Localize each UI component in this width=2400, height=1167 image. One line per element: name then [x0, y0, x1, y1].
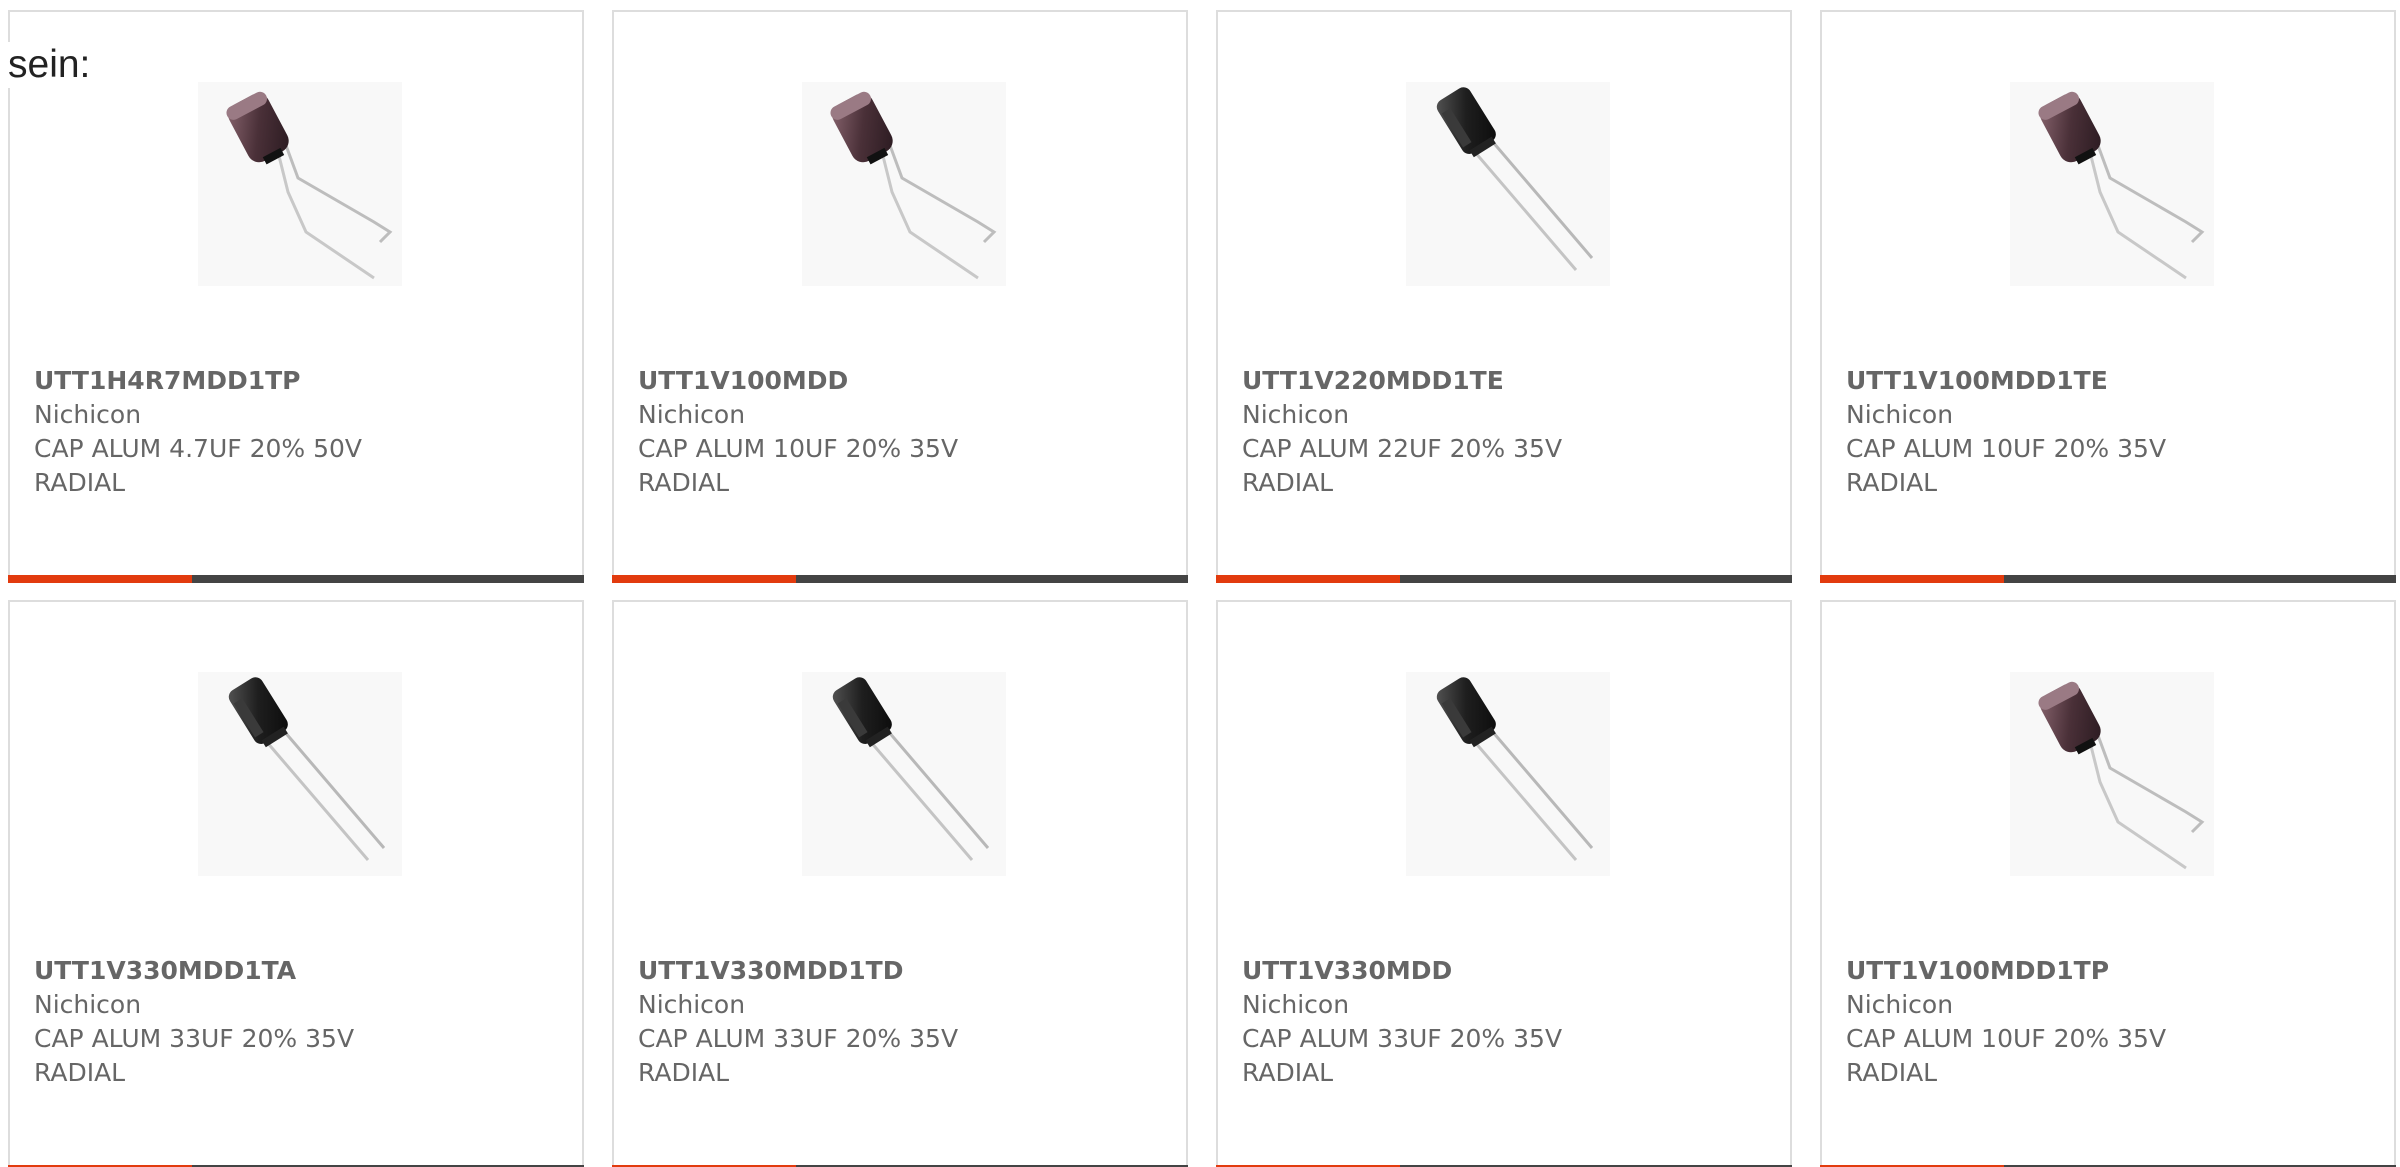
part-number-link[interactable]: UTT1V220MDD1TE [1242, 364, 1642, 398]
description-label: CAP ALUM 22UF 20% 35V RADIAL [1242, 434, 1563, 497]
description-label: CAP ALUM 10UF 20% 35V RADIAL [638, 434, 959, 497]
product-card[interactable]: UTT1V330MDD Nichicon CAP ALUM 33UF 20% 35V… [1216, 600, 1792, 1167]
manufacturer-label: Nichicon [1242, 990, 1350, 1019]
description-label: CAP ALUM 10UF 20% 35V RADIAL [1846, 434, 2167, 497]
capacitor-bent-leads-brown-icon[interactable] [802, 82, 1006, 286]
manufacturer-label: Nichicon [1846, 400, 1954, 429]
product-card[interactable]: UTT1V330MDD1TA Nichicon CAP ALUM 33UF 20% … [8, 600, 584, 1167]
manufacturer-label: Nichicon [1242, 400, 1350, 429]
card-accent-bar [612, 575, 796, 583]
card-accent-bar [8, 575, 192, 583]
part-number-link[interactable]: UTT1V100MDD1TP [1846, 954, 2246, 988]
product-card[interactable]: UTT1V220MDD1TE Nichicon CAP ALUM 22UF 20% … [1216, 10, 1792, 583]
product-card[interactable]: UTT1V100MDD Nichicon CAP ALUM 10UF 20% 35V… [612, 10, 1188, 583]
capacitor-bent-leads-brown-icon[interactable] [198, 82, 402, 286]
intro-text: sein: [8, 42, 91, 88]
product-info: UTT1V100MDD1TP Nichicon CAP ALUM 10UF 20% … [1846, 954, 2246, 1090]
card-bottom-bar [8, 575, 584, 583]
capacitor-bent-leads-brown-icon[interactable] [2010, 672, 2214, 876]
part-number-link[interactable]: UTT1V100MDD1TE [1846, 364, 2246, 398]
capacitor-straight-leads-black-icon[interactable] [802, 672, 1006, 876]
manufacturer-label: Nichicon [638, 990, 746, 1019]
part-number-link[interactable]: UTT1V330MDD [1242, 954, 1642, 988]
product-info: UTT1V100MDD Nichicon CAP ALUM 10UF 20% 35V… [638, 364, 1038, 500]
manufacturer-label: Nichicon [1846, 990, 1954, 1019]
capacitor-bent-leads-brown-icon[interactable] [2010, 82, 2214, 286]
product-info: UTT1H4R7MDD1TP Nichicon CAP ALUM 4.7UF 20%… [34, 364, 434, 500]
description-label: CAP ALUM 33UF 20% 35V RADIAL [34, 1024, 355, 1087]
capacitor-straight-leads-black-icon[interactable] [1406, 672, 1610, 876]
product-info: UTT1V330MDD Nichicon CAP ALUM 33UF 20% 35V… [1242, 954, 1642, 1090]
product-card[interactable]: UTT1V330MDD1TD Nichicon CAP ALUM 33UF 20% … [612, 600, 1188, 1167]
description-label: CAP ALUM 33UF 20% 35V RADIAL [638, 1024, 959, 1087]
manufacturer-label: Nichicon [638, 400, 746, 429]
product-card[interactable]: UTT1H4R7MDD1TP Nichicon CAP ALUM 4.7UF 20%… [8, 10, 584, 583]
card-accent-bar [1820, 575, 2004, 583]
manufacturer-label: Nichicon [34, 990, 142, 1019]
part-number-link[interactable]: UTT1H4R7MDD1TP [34, 364, 434, 398]
product-info: UTT1V330MDD1TA Nichicon CAP ALUM 33UF 20% … [34, 954, 434, 1090]
product-grid-page: sein: UTT1H4R7MDD1TP Nichicon CAP ALUM 4.7… [0, 0, 2400, 1167]
product-info: UTT1V330MDD1TD Nichicon CAP ALUM 33UF 20% … [638, 954, 1038, 1090]
description-label: CAP ALUM 33UF 20% 35V RADIAL [1242, 1024, 1563, 1087]
part-number-link[interactable]: UTT1V330MDD1TA [34, 954, 434, 988]
product-card[interactable]: UTT1V100MDD1TP Nichicon CAP ALUM 10UF 20% … [1820, 600, 2396, 1167]
card-bottom-bar [1216, 575, 1792, 583]
card-bottom-bar [612, 575, 1188, 583]
description-label: CAP ALUM 10UF 20% 35V RADIAL [1846, 1024, 2167, 1087]
product-info: UTT1V220MDD1TE Nichicon CAP ALUM 22UF 20% … [1242, 364, 1642, 500]
part-number-link[interactable]: UTT1V330MDD1TD [638, 954, 1038, 988]
part-number-link[interactable]: UTT1V100MDD [638, 364, 1038, 398]
description-label: CAP ALUM 4.7UF 20% 50V RADIAL [34, 434, 362, 497]
card-accent-bar [1216, 575, 1400, 583]
capacitor-straight-leads-black-icon[interactable] [198, 672, 402, 876]
card-bottom-bar [1820, 575, 2396, 583]
capacitor-straight-leads-black-icon[interactable] [1406, 82, 1610, 286]
product-info: UTT1V100MDD1TE Nichicon CAP ALUM 10UF 20% … [1846, 364, 2246, 500]
manufacturer-label: Nichicon [34, 400, 142, 429]
product-card[interactable]: UTT1V100MDD1TE Nichicon CAP ALUM 10UF 20% … [1820, 10, 2396, 583]
